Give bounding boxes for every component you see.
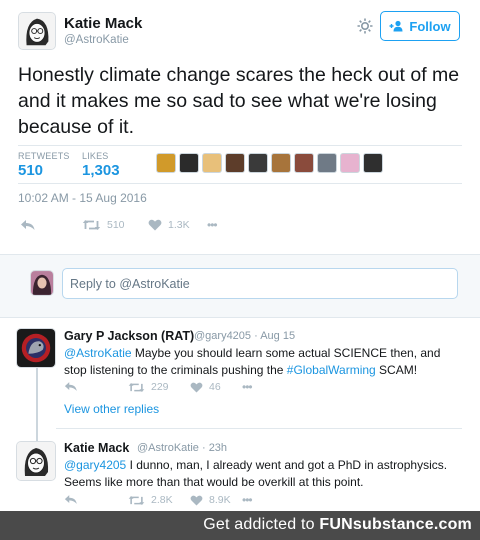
watermark-footer: Get addicted to FUNsubstance.com bbox=[0, 511, 480, 540]
reply2-retweet-action[interactable]: 2.8K bbox=[128, 494, 173, 506]
reply1-hashtag-link[interactable]: #GlobalWarming bbox=[287, 363, 376, 377]
like-action[interactable]: 1.3K bbox=[148, 219, 190, 231]
reply2-like-count: 8.9K bbox=[209, 494, 231, 506]
reply1-like-action[interactable]: 46 bbox=[190, 381, 221, 393]
tweet-timestamp[interactable]: 10:02 AM - 15 Aug 2016 bbox=[18, 191, 147, 205]
liker-avatar[interactable] bbox=[248, 153, 268, 173]
retweets-count[interactable]: 510 bbox=[18, 162, 43, 179]
liker-avatar[interactable] bbox=[363, 153, 383, 173]
heart-icon bbox=[148, 219, 162, 231]
reply1-retweet-action[interactable]: 229 bbox=[128, 381, 169, 393]
reply-action[interactable] bbox=[20, 219, 36, 231]
liker-avatars bbox=[156, 153, 383, 173]
liker-avatar[interactable] bbox=[340, 153, 360, 173]
reply2-reply-action[interactable] bbox=[64, 494, 78, 505]
reply2-text: @gary4205 I dunno, man, I already went a… bbox=[64, 457, 460, 490]
user-photo-icon bbox=[31, 271, 53, 295]
retweets-label: RETWEETS bbox=[18, 151, 70, 161]
reply1-reply-action[interactable] bbox=[64, 381, 78, 392]
heart-icon bbox=[190, 382, 203, 393]
current-user-avatar bbox=[30, 270, 54, 296]
reply-icon bbox=[21, 220, 35, 230]
stats-bottom-divider bbox=[18, 183, 462, 184]
like-count: 1.3K bbox=[168, 219, 190, 231]
heart-icon bbox=[190, 495, 203, 506]
author-handle[interactable]: @AstroKatie bbox=[64, 34, 129, 46]
watermark-text: Get addicted to FUNsubstance.com bbox=[203, 516, 472, 534]
more-dots-icon: ••• bbox=[207, 218, 218, 232]
liker-avatar[interactable] bbox=[271, 153, 291, 173]
reply1-retweet-count: 229 bbox=[151, 381, 169, 393]
reply-input[interactable]: Reply to @AstroKatie bbox=[62, 268, 458, 299]
add-user-icon bbox=[389, 20, 403, 32]
likes-count[interactable]: 1,303 bbox=[82, 162, 120, 179]
watermark-brand: FUNsubstance.com bbox=[319, 516, 472, 533]
reply2-meta[interactable]: @AstroKatie · 23h bbox=[137, 442, 227, 454]
reply-icon bbox=[64, 495, 77, 504]
more-dots-icon: ••• bbox=[242, 380, 253, 394]
retweet-icon bbox=[128, 495, 145, 505]
reply1-mention-link[interactable]: @AstroKatie bbox=[64, 346, 132, 360]
liker-avatar[interactable] bbox=[179, 153, 199, 173]
reply2-mention-link[interactable]: @gary4205 bbox=[64, 458, 126, 472]
liker-avatar[interactable] bbox=[225, 153, 245, 173]
reply2-more-action[interactable]: ••• bbox=[242, 493, 253, 507]
cartoon-face-icon bbox=[19, 13, 55, 49]
reply1-author-name[interactable]: Gary P Jackson (RAT) bbox=[64, 329, 194, 343]
cartoon-face-icon bbox=[17, 442, 55, 480]
gear-icon[interactable] bbox=[356, 17, 374, 35]
reply1-avatar[interactable] bbox=[16, 328, 56, 368]
view-other-replies-link[interactable]: View other replies bbox=[64, 402, 159, 416]
stats-top-divider bbox=[18, 145, 462, 146]
liker-avatar[interactable] bbox=[294, 153, 314, 173]
reply2-author-name[interactable]: Katie Mack bbox=[64, 441, 129, 455]
reply1-text: @AstroKatie Maybe you should learn some … bbox=[64, 345, 456, 378]
follow-label: Follow bbox=[409, 18, 451, 34]
retweet-icon bbox=[128, 382, 145, 392]
likes-label: LIKES bbox=[82, 151, 109, 161]
author-avatar[interactable] bbox=[18, 12, 56, 50]
liker-avatar[interactable] bbox=[202, 153, 222, 173]
reply1-more-action[interactable]: ••• bbox=[242, 380, 253, 394]
liker-avatar[interactable] bbox=[317, 153, 337, 173]
reply1-meta[interactable]: @gary4205 · Aug 15 bbox=[194, 330, 295, 342]
thread-line bbox=[36, 367, 38, 445]
author-name[interactable]: Katie Mack bbox=[64, 15, 142, 32]
reply1-text-part2: SCAM! bbox=[375, 362, 418, 377]
reply-icon bbox=[64, 382, 77, 391]
watermark-prefix: Get addicted to bbox=[203, 516, 320, 533]
liker-avatar[interactable] bbox=[156, 153, 176, 173]
reply-divider bbox=[56, 428, 462, 429]
retweet-count: 510 bbox=[107, 219, 125, 231]
reply2-retweet-count: 2.8K bbox=[151, 494, 173, 506]
reply2-like-action[interactable]: 8.9K bbox=[190, 494, 231, 506]
follow-button[interactable]: Follow bbox=[380, 11, 460, 41]
retweet-action[interactable]: 510 bbox=[82, 219, 125, 231]
more-action[interactable]: ••• bbox=[207, 218, 218, 232]
tweet-text: Honestly climate change scares the heck … bbox=[18, 64, 460, 138]
reply1-like-count: 46 bbox=[209, 381, 221, 393]
rat-logo-icon bbox=[17, 329, 55, 367]
reply2-avatar[interactable] bbox=[16, 441, 56, 481]
retweet-icon bbox=[82, 220, 101, 230]
more-dots-icon: ••• bbox=[242, 493, 253, 507]
